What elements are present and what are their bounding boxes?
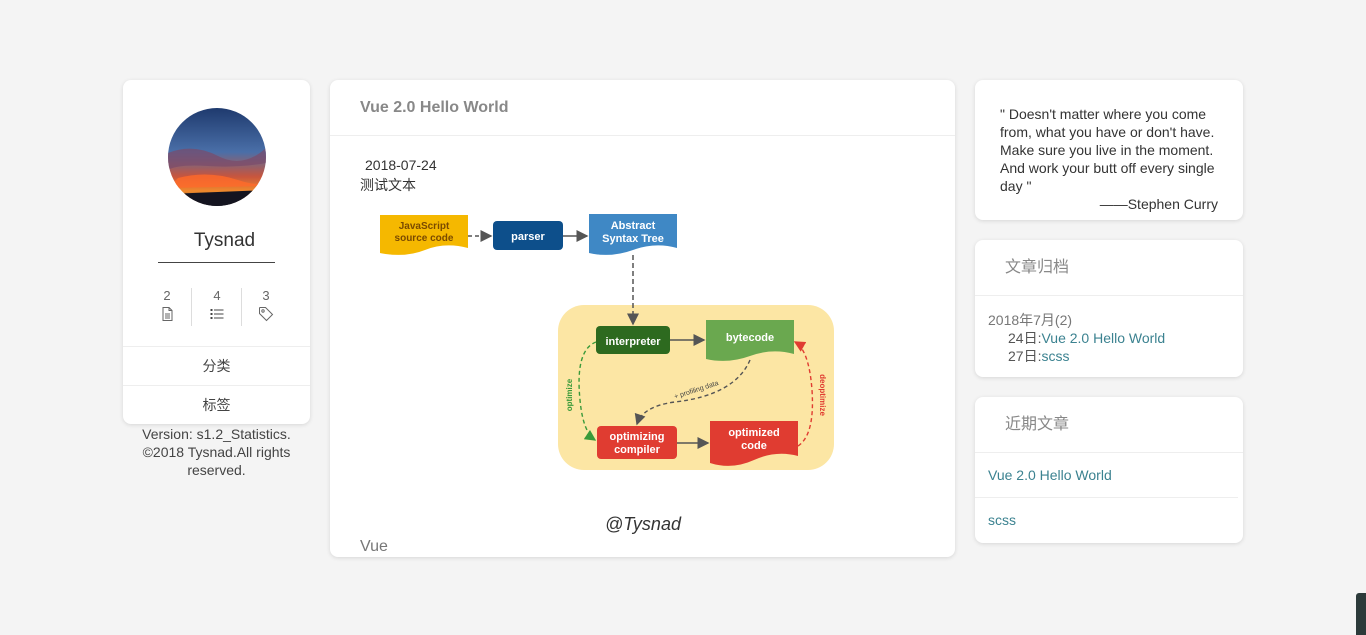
parser-label: parser [511,231,545,243]
profile-card: Tysnad 2 4 3 分类 标签 [123,80,310,424]
archive-day: 27日: [1008,348,1042,364]
archive-card: 文章归档 2018年7月(2) 24日:Vue 2.0 Hello World … [975,240,1243,377]
tag-icon [258,306,274,322]
article-tag[interactable]: Vue [360,538,388,556]
quote-card: " Doesn't matter where you come from, wh… [975,80,1243,220]
optimized-label: optimized [728,427,779,439]
menu-tags[interactable]: 标签 [123,385,310,424]
recent-post-item: Vue 2.0 Hello World [975,453,1238,498]
archive-day: 24日: [1008,330,1042,346]
article-body-text: 测试文本 [360,177,416,193]
menu-categories[interactable]: 分类 [123,346,310,385]
article-card: Vue 2.0 Hello World 2018-07-24 测试文本 Java… [330,80,955,557]
interpreter-label: interpreter [605,336,661,348]
quote-author: ——Stephen Curry [1099,196,1218,212]
archive-item: 24日:Vue 2.0 Hello World [1008,328,1165,348]
quote-text: " Doesn't matter where you come from, wh… [1000,106,1215,194]
optimizing-label: compiler [614,444,661,456]
recent-post-link[interactable]: Vue 2.0 Hello World [988,467,1112,483]
v8-pipeline-diagram: JavaScript source code parser Abstract S… [380,214,834,470]
optimized-label: code [741,440,767,452]
list-icon [209,306,225,322]
category-count: 4 [213,288,221,303]
category-count-stat[interactable]: 4 [192,288,242,326]
recent-posts-card: 近期文章 Vue 2.0 Hello World scss [975,397,1243,543]
corner-widget[interactable] [1356,593,1366,635]
archive-post-link[interactable]: Vue 2.0 Hello World [1041,330,1165,346]
footer-line: reserved. [187,462,246,478]
archive-title: 文章归档 [975,240,1243,296]
file-icon [159,306,175,322]
deoptimize-label: deoptimize [818,374,827,416]
footer-line: Version: s1.2_Statistics. [142,426,291,442]
footer-line: ©2018 Tysnad.All rights [142,444,291,460]
recent-post-item: scss [975,498,1238,543]
post-count-stat[interactable]: 2 [142,288,192,326]
recent-post-link[interactable]: scss [988,512,1016,528]
archive-month[interactable]: 2018年7月(2) [988,310,1072,330]
ast-label: Syntax Tree [602,233,664,245]
post-count: 2 [163,288,171,303]
js-source-label: JavaScript [399,221,450,232]
tag-count: 3 [262,288,270,303]
optimize-label: optimize [565,378,574,411]
tag-count-stat[interactable]: 3 [241,288,291,326]
avatar[interactable] [168,108,266,206]
article-title[interactable]: Vue 2.0 Hello World [330,80,955,136]
article-date: 2018-07-24 [365,157,437,173]
bytecode-label: bytecode [726,332,774,344]
profile-name: Tysnad [158,228,275,263]
version-footer: Version: s1.2_Statistics. ©2018 Tysnad.A… [123,425,310,479]
optimizing-label: optimizing [610,431,665,443]
ast-label: Abstract [611,220,656,232]
recent-title: 近期文章 [975,397,1243,453]
archive-post-link[interactable]: scss [1041,348,1069,364]
archive-item: 27日:scss [1008,346,1069,366]
js-source-label: source code [395,233,454,244]
article-signature: @Tysnad [605,514,681,534]
